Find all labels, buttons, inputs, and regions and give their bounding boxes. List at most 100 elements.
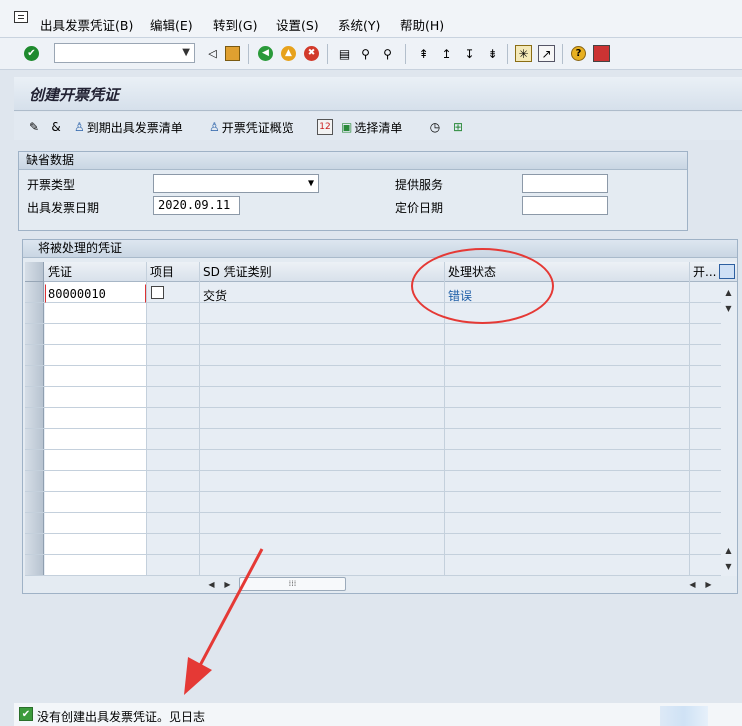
display-icon[interactable]: & <box>48 119 64 135</box>
defaults-group-title: 缺省数据 <box>19 152 687 170</box>
sd-category-cell: 交货 <box>203 289 228 303</box>
menu-bar: 出具发票凭证(B) 编辑(E) 转到(G) 设置(S) 系统(Y) 帮助(H) <box>0 0 742 38</box>
menu-item-goto[interactable]: 转到(G) <box>213 15 257 33</box>
table-row <box>25 408 721 429</box>
chevron-down-icon[interactable]: ▼ <box>308 175 314 192</box>
billing-overview-label: 开票凭证概览 <box>221 120 294 135</box>
find-icon[interactable]: ⚲ <box>357 45 374 62</box>
menu-item-invoice[interactable]: 出具发票凭证(B) <box>40 15 133 33</box>
page-title-bar: 创建开票凭证 <box>14 77 742 111</box>
billing-date-value: 2020.09.11 <box>158 198 231 212</box>
menu-item-edit[interactable]: 编辑(E) <box>150 15 193 33</box>
table-row <box>25 513 721 534</box>
person-icon: ♙ <box>74 120 85 134</box>
service-field[interactable] <box>522 174 608 193</box>
col-header-document[interactable]: 凭证 <box>46 262 146 282</box>
document-number: 80000010 <box>48 287 106 301</box>
table-row <box>25 324 721 345</box>
back-icon[interactable]: ◀ <box>258 46 273 61</box>
scroll-down-icon[interactable]: ▲ <box>722 544 735 557</box>
chevron-down-icon[interactable]: ▼ <box>182 47 190 58</box>
toolbar-separator <box>327 44 328 64</box>
first-page-icon[interactable]: ⇞ <box>415 45 432 62</box>
documents-table: 凭证 项目 SD 凭证类别 处理状态 开... 80000010 交货 错误 ▲… <box>25 262 737 576</box>
selection-list-button[interactable]: ▣ 选择清单 <box>341 118 402 136</box>
pricing-date-label: 定价日期 <box>395 201 444 215</box>
column-settings-icon[interactable] <box>719 264 735 279</box>
exit-icon[interactable]: ▲ <box>281 46 296 61</box>
billing-overview-button[interactable]: ♙ 开票凭证概览 <box>209 118 294 136</box>
save-icon[interactable] <box>225 46 240 61</box>
scroll-top-icon[interactable]: ▲ <box>722 286 735 299</box>
col-header-sd-category[interactable]: SD 凭证类别 <box>201 262 441 282</box>
toolbar-separator <box>248 44 249 64</box>
toolbar-separator <box>562 44 563 64</box>
new-session-icon[interactable]: ✳ <box>515 45 532 62</box>
table-row <box>25 450 721 471</box>
scroll-up-icon[interactable]: ▼ <box>722 302 735 315</box>
selection-list-label: 选择清单 <box>354 120 403 135</box>
vertical-scrollbar[interactable]: ▲ ▼ ▲ ▼ <box>721 282 737 576</box>
pencil-icon[interactable]: ✎ <box>26 119 42 135</box>
table-row <box>25 303 721 324</box>
documents-group: 将被处理的凭证 凭证 项目 SD 凭证类别 处理状态 开... 80000010… <box>22 239 738 594</box>
table-row <box>25 471 721 492</box>
toolbar-separator <box>405 44 406 64</box>
status-bar: ✔ 没有创建出具发票凭证。见日志 <box>14 703 742 726</box>
pricing-date-field[interactable] <box>522 196 608 215</box>
documents-group-title: 将被处理的凭证 <box>23 240 737 258</box>
invoice-type-select[interactable]: ▼ <box>153 174 319 193</box>
list-icon: ▣ <box>341 120 353 134</box>
clock-icon[interactable]: ◷ <box>427 119 443 135</box>
help-icon[interactable]: ? <box>571 46 586 61</box>
status-message[interactable]: 没有创建出具发票凭证。见日志 <box>37 708 205 725</box>
table-row <box>25 534 721 555</box>
annotation-arrow <box>184 548 264 695</box>
menu-item-system[interactable]: 系统(Y) <box>338 15 380 33</box>
layout-icon[interactable] <box>593 45 610 62</box>
table-row <box>25 429 721 450</box>
select-all-cell[interactable] <box>25 262 44 282</box>
scroll-end-right-icon[interactable]: ▶ <box>702 578 715 591</box>
shortcut-icon[interactable]: ↗ <box>538 45 555 62</box>
table-row <box>25 366 721 387</box>
add-icon[interactable]: ⊞ <box>450 119 466 135</box>
system-toolbar: ✔ ▼ ◁ ◀ ▲ ✖ ▤ ⚲ ⚲ ⇞ ↥ ↧ ⇟ ✳ ↗ ? <box>0 38 742 70</box>
table-row <box>25 387 721 408</box>
page-title: 创建开票凭证 <box>29 86 120 104</box>
menu-item-settings[interactable]: 设置(S) <box>276 15 319 33</box>
table-row <box>25 345 721 366</box>
prev-page-icon[interactable]: ↥ <box>438 45 455 62</box>
back-arrow-icon[interactable]: ◁ <box>204 45 221 62</box>
menu-item-help[interactable]: 帮助(H) <box>400 15 444 33</box>
item-copy-icon[interactable] <box>151 286 164 299</box>
due-billing-list-button[interactable]: ♙ 到期出具发票清单 <box>74 118 183 136</box>
billing-date-label: 出具发票日期 <box>27 201 100 215</box>
print-icon[interactable]: ▤ <box>336 45 353 62</box>
last-page-icon[interactable]: ⇟ <box>484 45 501 62</box>
col-header-more[interactable]: 开... <box>691 262 719 282</box>
menu-toggle-icon[interactable] <box>14 11 28 23</box>
billing-date-field[interactable]: 2020.09.11 <box>153 196 240 215</box>
invoice-type-label: 开票类型 <box>27 178 76 192</box>
application-toolbar: ✎ & ♙ 到期出具发票清单 ♙ 开票凭证概览 12 ▣ 选择清单 ◷ ⊞ <box>14 112 742 140</box>
col-header-item[interactable]: 项目 <box>148 262 198 282</box>
table-row <box>25 555 721 576</box>
scroll-end-left-icon[interactable]: ◀ <box>686 578 699 591</box>
next-page-icon[interactable]: ↧ <box>461 45 478 62</box>
document-cell[interactable]: 80000010 <box>45 284 146 303</box>
calendar-icon[interactable]: 12 <box>317 119 333 135</box>
find-next-icon[interactable]: ⚲ <box>379 45 396 62</box>
command-field[interactable]: ▼ <box>54 43 195 63</box>
success-check-icon: ✔ <box>19 707 33 721</box>
cancel-icon[interactable]: ✖ <box>304 46 319 61</box>
person-icon: ♙ <box>209 120 220 134</box>
enter-icon[interactable]: ✔ <box>24 46 39 61</box>
horizontal-scrollbar[interactable]: ◀ ▶ ⁞⁞⁞ ◀ ▶ <box>201 576 737 592</box>
service-label: 提供服务 <box>395 178 444 192</box>
status-info-area <box>660 706 708 726</box>
table-header: 凭证 项目 SD 凭证类别 处理状态 开... <box>25 262 737 282</box>
annotation-ellipse <box>411 248 554 324</box>
toolbar-separator <box>507 44 508 64</box>
scroll-bottom-icon[interactable]: ▼ <box>722 560 735 573</box>
